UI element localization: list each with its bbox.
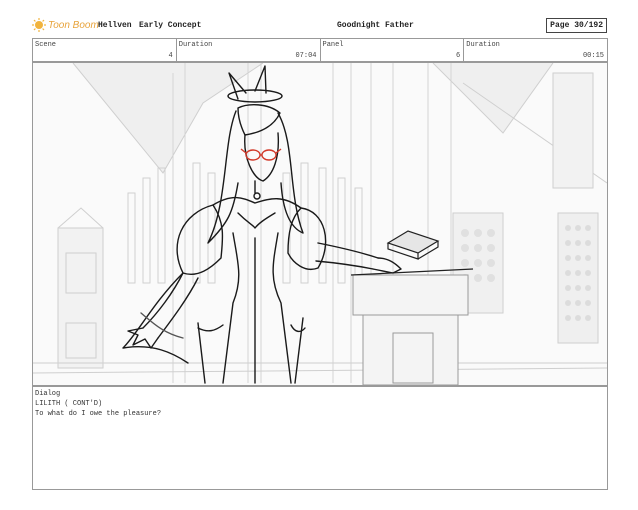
- scene-duration-value: 07:04: [295, 52, 317, 60]
- panel-cell: Panel 6: [321, 39, 465, 61]
- toon-boom-logo: Toon Boom: [32, 18, 99, 32]
- scene-value: 4: [168, 52, 173, 60]
- panel-value: 6: [456, 52, 461, 60]
- dialog-box: Dialog LILITH ( CONT'D) To what do I owe…: [32, 386, 608, 490]
- panel-info-row: Scene 4 Duration 07:04 Panel 6 Duration …: [32, 38, 608, 62]
- storyboard-header: Toon Boom Hellven Early Concept Goodnigh…: [32, 16, 607, 36]
- panel-duration-label: Duration: [466, 41, 500, 49]
- page-indicator: Page 30/192: [546, 18, 607, 33]
- scene-cell: Scene 4: [33, 39, 177, 61]
- scene-duration-label: Duration: [178, 41, 213, 49]
- logo-text: Toon Boom: [48, 19, 99, 31]
- sketch-drawing: [33, 63, 607, 385]
- sun-icon: [32, 18, 46, 32]
- storyboard-title: Goodnight Father: [337, 21, 414, 30]
- scene-duration-cell: Duration 07:04: [177, 39, 321, 61]
- page-label: Page: [550, 21, 570, 30]
- scene-label: Scene: [35, 41, 57, 49]
- panel-duration-cell: Duration 00:15: [464, 39, 607, 61]
- project-name: Hellven: [98, 21, 132, 30]
- background-sketch: [33, 63, 607, 385]
- storyboard-panel-image: [32, 62, 608, 386]
- panel-label: Panel: [322, 41, 344, 49]
- dialog-text: To what do I owe the pleasure?: [35, 410, 162, 418]
- page-number: 30/192: [574, 21, 603, 30]
- dialog-speaker: LILITH ( CONT'D): [35, 400, 103, 408]
- episode-name: Early Concept: [139, 21, 202, 30]
- panel-duration-value: 00:15: [582, 52, 604, 60]
- dialog-label: Dialog: [35, 390, 61, 398]
